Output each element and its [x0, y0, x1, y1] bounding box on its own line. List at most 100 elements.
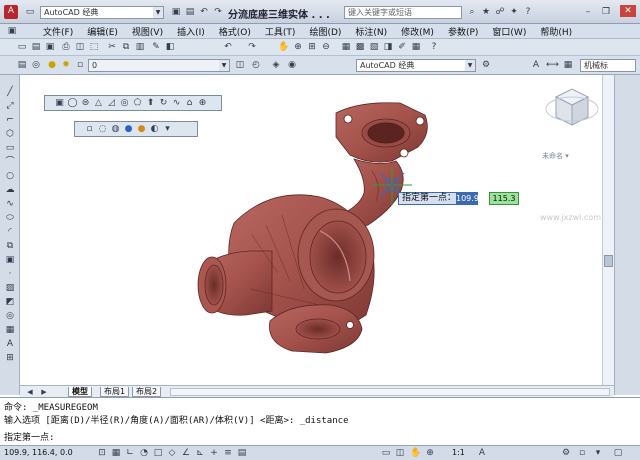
torus-icon[interactable]: ◎	[118, 97, 131, 109]
cut-icon[interactable]: ✂	[106, 41, 118, 53]
workspace-combo[interactable]: AutoCAD 经典 ▼	[356, 59, 476, 72]
sphere-icon[interactable]: ◯	[66, 97, 79, 109]
menu-window[interactable]: 窗口(W)	[485, 25, 533, 38]
realistic-icon[interactable]: ●	[122, 123, 135, 135]
calculator-icon[interactable]: ▦	[410, 41, 422, 53]
sun-icon[interactable]: ✹	[60, 59, 72, 71]
design-center-icon[interactable]: ▩	[354, 41, 366, 53]
floating-modeling-toolbar[interactable]: ▣ ◯ ⊜ △ ◿ ◎ ⬠ ⬆ ↻ ∿ ⌂ ⊕	[44, 95, 222, 111]
polygon-icon[interactable]: ⬡	[4, 129, 16, 140]
revision-cloud-icon[interactable]: ☁	[4, 185, 16, 196]
point-icon[interactable]: ·	[4, 269, 16, 280]
toolbar-help-icon[interactable]: ?	[428, 41, 440, 53]
dynamic-input-y[interactable]: 115.3	[489, 192, 519, 205]
plot-icon[interactable]: ⎙	[60, 41, 72, 53]
rectangle-icon[interactable]: ▭	[4, 143, 16, 154]
paste-icon[interactable]: ▥	[134, 41, 146, 53]
publish-icon[interactable]: ⬚	[88, 41, 100, 53]
insert-block-icon[interactable]: ⧉	[4, 241, 16, 252]
osnap-icon[interactable]: □	[152, 447, 164, 459]
status-pan-icon[interactable]: ✋	[410, 447, 422, 459]
app-menu-icon[interactable]: A	[4, 5, 18, 19]
annotation-scale[interactable]: 1:1	[452, 448, 465, 457]
preview-icon[interactable]: ◫	[74, 41, 86, 53]
style-combo[interactable]: 机械标	[580, 59, 636, 72]
tab-layout1[interactable]: 布局1	[100, 387, 130, 397]
visual-style-manager-icon[interactable]: ◐	[148, 123, 161, 135]
tool-palettes-icon[interactable]: ▧	[368, 41, 380, 53]
layer-state-icon[interactable]: ◎	[30, 59, 42, 71]
loft-icon[interactable]: ⌂	[183, 97, 196, 109]
table-style-icon[interactable]: ▦	[562, 59, 574, 71]
restore-icon[interactable]: ❐	[600, 6, 612, 18]
zoom-previous-icon[interactable]: ⊖	[320, 41, 332, 53]
dim-style-icon[interactable]: ⟷	[546, 59, 559, 71]
search-input[interactable]: 键入关键字或短语	[344, 6, 462, 19]
workspace-switch-icon[interactable]: ⚙	[560, 447, 572, 459]
markup-icon[interactable]: ✐	[396, 41, 408, 53]
clean-screen-icon[interactable]: ▢	[612, 447, 624, 459]
sweep-icon[interactable]: ∿	[170, 97, 183, 109]
otrack-icon[interactable]: ∠	[180, 447, 192, 459]
redo-icon[interactable]: ↷	[212, 6, 224, 18]
quick-properties-icon[interactable]: ▤	[236, 447, 248, 459]
command-window[interactable]: 命令: _MEASUREGEOM 输入选项 [距离(D)/半径(R)/角度(A)…	[0, 397, 640, 445]
tab-model[interactable]: 模型	[68, 387, 92, 397]
dynamic-input-x[interactable]: 109.9	[456, 192, 479, 205]
subscription-icon[interactable]: ★	[480, 6, 492, 18]
pyramid-icon[interactable]: ⬠	[131, 97, 144, 109]
grid-icon[interactable]: ▦	[110, 447, 122, 459]
open-icon[interactable]: ▤	[184, 6, 196, 18]
menu-edit[interactable]: 编辑(E)	[80, 25, 125, 38]
box-icon[interactable]: ▣	[53, 97, 66, 109]
menu-insert[interactable]: 插入(I)	[170, 25, 212, 38]
menu-dimension[interactable]: 标注(N)	[348, 25, 394, 38]
match-properties-icon[interactable]: ✎	[150, 41, 162, 53]
layer-properties-icon[interactable]: ▤	[16, 59, 28, 71]
floating-visual-styles-toolbar[interactable]: ▫ ◌ ◍ ● ● ◐ ▾	[74, 121, 198, 137]
status-zoom-icon[interactable]: ⊕	[424, 447, 436, 459]
text-style-icon[interactable]: A	[530, 59, 542, 71]
viewcube[interactable]	[545, 88, 599, 126]
pipe-fitting-model[interactable]	[197, 102, 428, 354]
light-bulb-icon[interactable]: ●	[46, 59, 58, 71]
open-file-icon[interactable]: ▤	[30, 41, 42, 53]
save-icon[interactable]: ▣	[170, 6, 182, 18]
quick-view-layouts-icon[interactable]: ◫	[394, 447, 406, 459]
make-current-icon[interactable]: ◫	[234, 59, 246, 71]
construction-line-icon[interactable]: ⤢	[4, 101, 16, 112]
table-icon[interactable]: ▦	[4, 325, 16, 336]
block-editor-icon[interactable]: ◧	[164, 41, 176, 53]
revolve-icon[interactable]: ↻	[157, 97, 170, 109]
tab-layout2[interactable]: 布局2	[132, 387, 162, 397]
menu-format[interactable]: 格式(O)	[212, 25, 258, 38]
snap-icon[interactable]: ⊡	[96, 447, 108, 459]
drawing-viewport[interactable]: ▣ ◯ ⊜ △ ◿ ◎ ⬠ ⬆ ↻ ∿ ⌂ ⊕ ▫ ◌ ◍ ● ● ◐ ▾ 指定…	[20, 75, 614, 385]
workspace-switcher[interactable]: AutoCAD 经典 ▼	[40, 6, 164, 19]
mtext-icon[interactable]: A	[4, 339, 16, 350]
scroll-thumb[interactable]	[604, 255, 613, 267]
viewcube-label[interactable]: 未命名 ▾	[542, 151, 569, 161]
2d-wireframe-icon[interactable]: ▫	[83, 123, 96, 135]
union-icon[interactable]: ⊕	[196, 97, 209, 109]
copy-icon[interactable]: ⧉	[120, 41, 132, 53]
3d-wireframe-icon[interactable]: ◌	[96, 123, 109, 135]
properties-icon[interactable]: ▦	[340, 41, 352, 53]
save-file-icon[interactable]: ▣	[44, 41, 56, 53]
conceptual-icon[interactable]: ●	[135, 123, 148, 135]
undo-arrow-icon[interactable]: ↶	[222, 41, 234, 53]
lock-icon[interactable]: ▫	[74, 59, 86, 71]
polyline-icon[interactable]: ⌐	[4, 115, 16, 126]
menu-tools[interactable]: 工具(T)	[258, 25, 303, 38]
menu-modify[interactable]: 修改(M)	[394, 25, 441, 38]
camera-icon[interactable]: ◉	[286, 59, 298, 71]
new-icon[interactable]: ▭	[16, 41, 28, 53]
menu-view[interactable]: 视图(V)	[125, 25, 170, 38]
zoom-realtime-icon[interactable]: ⊕	[292, 41, 304, 53]
drawing-doc-icon[interactable]: ▣	[6, 25, 18, 37]
new-file-icon[interactable]: ▭	[24, 6, 36, 18]
status-menu-icon[interactable]: ▾	[592, 447, 604, 459]
model-space-icon[interactable]: ▭	[380, 447, 392, 459]
layer-combo[interactable]: 0 ▼	[88, 59, 230, 72]
favorites-icon[interactable]: ✦	[508, 6, 520, 18]
